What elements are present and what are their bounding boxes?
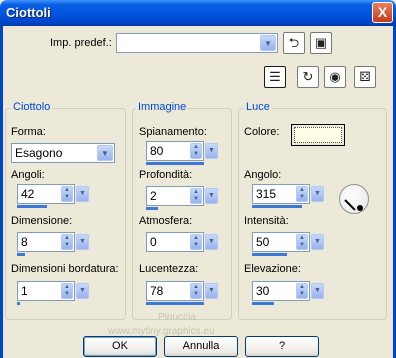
chevron-down-icon[interactable]: ▼ [311, 186, 324, 202]
elevazione-label: Elevazione: [244, 263, 301, 275]
lucentezza-slider-fill[interactable] [146, 302, 204, 305]
atmosfera-value: 0 [150, 235, 157, 249]
profondita-value: 2 [150, 189, 157, 203]
dice-button[interactable]: ⚄ [354, 66, 376, 88]
intensita-spinbox[interactable]: 50 ▲ ▼ ▼ [252, 232, 324, 252]
reset-icon: ⮌ [288, 35, 300, 50]
intensita-label: Intensità: [244, 215, 289, 227]
atmosfera-label: Atmosfera: [139, 215, 193, 227]
lucentezza-label: Lucentezza: [139, 263, 199, 275]
intensita-slider-fill[interactable] [252, 253, 287, 256]
angolo-value: 315 [256, 187, 277, 201]
intensita-value: 50 [256, 235, 270, 249]
spianamento-value: 80 [150, 144, 164, 158]
reset-preset-button[interactable]: ⮌ [283, 32, 305, 54]
colore-swatch[interactable] [291, 124, 345, 146]
preview-toggle-icon: ↻ [302, 69, 314, 84]
dice-icon: ⚄ [359, 69, 371, 84]
spin-arrows-icon[interactable]: ▲ ▼ [61, 186, 73, 202]
forma-label: Forma: [11, 126, 46, 138]
angoli-value: 42 [21, 187, 35, 201]
close-button[interactable]: X [372, 2, 393, 23]
lucentezza-value: 78 [150, 284, 164, 298]
spin-arrows-icon[interactable]: ▲ ▼ [296, 234, 308, 250]
spin-arrows-icon[interactable]: ▲ ▼ [61, 283, 73, 299]
cancel-button[interactable]: Annulla [164, 336, 238, 357]
dimensione-spinbox[interactable]: 8 ▲ ▼ ▼ [17, 232, 89, 252]
dimensione-label: Dimensione: [11, 215, 73, 227]
chevron-down-icon[interactable]: ▼ [205, 188, 218, 204]
chevron-down-icon[interactable]: ▼ [260, 35, 276, 51]
angoli-label: Angoli: [11, 169, 45, 181]
help-button[interactable]: ? [245, 336, 319, 357]
spin-arrows-icon[interactable]: ▲ ▼ [190, 283, 202, 299]
angolo-slider-fill[interactable] [252, 205, 302, 208]
angolo-label: Angolo: [244, 169, 282, 181]
chevron-down-icon[interactable]: ▼ [205, 283, 218, 299]
bordatura-label: Dimensioni bordatura: [11, 263, 119, 275]
chevron-down-icon[interactable]: ▼ [311, 234, 324, 250]
chevron-down-icon[interactable]: ▼ [76, 234, 89, 250]
spianamento-label: Spianamento: [139, 126, 207, 138]
angoli-slider-fill[interactable] [17, 205, 47, 208]
group-luce-title: Luce [244, 101, 272, 113]
dial-hand-icon [344, 199, 356, 211]
presets-dropdown[interactable]: ▼ [116, 33, 278, 53]
bordatura-value: 1 [21, 284, 28, 298]
chevron-down-icon[interactable]: ▼ [311, 283, 324, 299]
dimensione-slider-fill[interactable] [17, 253, 25, 256]
window-title: Ciottoli [6, 5, 51, 20]
colore-swatch-fill [294, 127, 342, 143]
spin-arrows-icon[interactable]: ▲ ▼ [296, 186, 308, 202]
eye-icon: ◉ [329, 69, 341, 84]
atmosfera-spinbox[interactable]: 0 ▲ ▼ ▼ [146, 232, 218, 252]
randomize-button[interactable]: ☰ [264, 66, 286, 88]
chevron-down-icon[interactable]: ▼ [76, 283, 89, 299]
ok-button[interactable]: OK [83, 336, 157, 357]
elevazione-slider-fill[interactable] [252, 302, 274, 305]
angolo-spinbox[interactable]: 315 ▲ ▼ ▼ [252, 184, 324, 204]
lucentezza-spinbox[interactable]: 78 ▲ ▼ ▼ [146, 281, 218, 301]
chevron-down-icon[interactable]: ▼ [205, 143, 218, 159]
randomize-icon: ☰ [269, 69, 281, 84]
spin-arrows-icon[interactable]: ▲ ▼ [190, 234, 202, 250]
save-icon: ▣ [314, 35, 328, 50]
forma-value: Esagono [15, 146, 63, 160]
spin-arrows-icon[interactable]: ▲ ▼ [190, 143, 202, 159]
profondita-slider-fill[interactable] [146, 207, 158, 210]
bordatura-slider-fill[interactable] [17, 302, 20, 305]
group-immagine-title: Immagine [136, 101, 189, 113]
group-ciottolo-title: Ciottolo [11, 101, 53, 113]
title-bar: Ciottoli X [0, 0, 396, 26]
profondita-spinbox[interactable]: 2 ▲ ▼ ▼ [146, 186, 218, 206]
dial-knob-icon [357, 205, 363, 211]
angoli-spinbox[interactable]: 42 ▲ ▼ ▼ [17, 184, 89, 204]
chevron-down-icon[interactable]: ▼ [205, 234, 218, 250]
window-frame-left [0, 26, 3, 358]
colore-label: Colore: [244, 126, 280, 138]
spin-arrows-icon[interactable]: ▲ ▼ [190, 188, 202, 204]
save-preset-button[interactable]: ▣ [310, 32, 332, 54]
elevazione-value: 30 [256, 284, 270, 298]
spin-arrows-icon[interactable]: ▲ ▼ [296, 283, 308, 299]
spianamento-spinbox[interactable]: 80 ▲ ▼ ▼ [146, 141, 218, 161]
angle-dial[interactable] [339, 184, 369, 214]
elevazione-spinbox[interactable]: 30 ▲ ▼ ▼ [252, 281, 324, 301]
spianamento-slider-fill[interactable] [146, 162, 204, 165]
bordatura-spinbox[interactable]: 1 ▲ ▼ ▼ [17, 281, 89, 301]
watermark-line1: Pinuccia [158, 312, 196, 323]
chevron-down-icon[interactable]: ▼ [97, 145, 113, 161]
chevron-down-icon[interactable]: ▼ [76, 186, 89, 202]
presets-label: Imp. predef.: [50, 37, 112, 49]
dimensione-value: 8 [21, 235, 28, 249]
spin-arrows-icon[interactable]: ▲ ▼ [61, 234, 73, 250]
forma-dropdown[interactable]: Esagono ▼ [11, 143, 115, 163]
preview-toggle-button[interactable]: ↻ [297, 66, 319, 88]
profondita-label: Profondità: [139, 169, 193, 181]
eye-button[interactable]: ◉ [324, 66, 346, 88]
